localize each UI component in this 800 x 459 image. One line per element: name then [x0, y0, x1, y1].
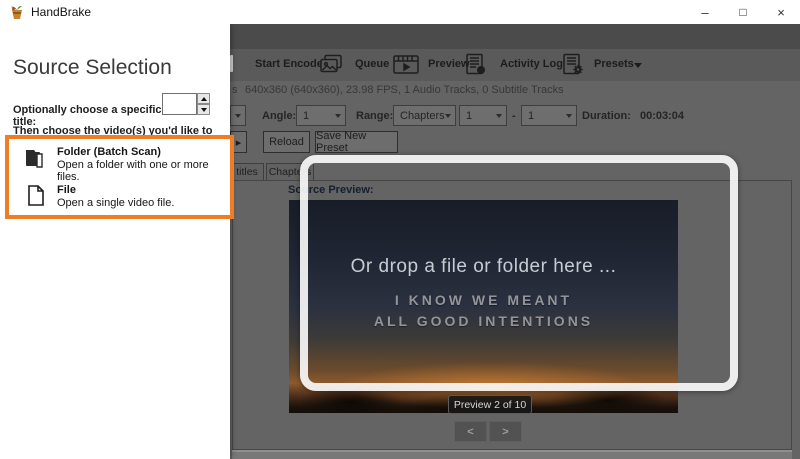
maximize-button[interactable]: □ — [724, 0, 762, 24]
media-info-row: s 640x360 (640x360), 23.98 FPS, 1 Audio … — [230, 81, 800, 101]
folder-batch-scan-option[interactable]: Folder (Batch Scan) Open a folder with o… — [9, 144, 230, 180]
main-window-dimmed: Start Encode Queue Prev — [230, 24, 800, 459]
up-arrow-icon — [201, 97, 207, 101]
preview-panel-bottom-area — [232, 452, 792, 459]
previous-preview-button[interactable]: < — [454, 421, 487, 442]
tab-subtitles[interactable]: titles — [230, 163, 264, 181]
range-separator: - — [512, 110, 516, 122]
hidden-button-fragment — [230, 55, 233, 72]
down-arrow-icon — [201, 108, 207, 112]
option-title: Folder (Batch Scan) — [57, 146, 161, 158]
reload-button[interactable]: Reload — [263, 131, 310, 153]
range-mode-select[interactable]: Chapters — [393, 105, 456, 126]
svg-text:i: i — [480, 69, 481, 75]
hidden-dropdown-fragment[interactable] — [230, 105, 246, 126]
title-spinner-input[interactable] — [162, 93, 197, 115]
next-preview-button[interactable]: > — [489, 421, 522, 442]
queue-button[interactable]: Queue — [355, 58, 389, 70]
presets-button[interactable]: Presets — [594, 58, 634, 70]
preview-icon[interactable] — [392, 53, 420, 81]
start-encode-button[interactable]: Start Encode — [255, 58, 323, 70]
save-new-preset-button[interactable]: Save New Preset — [315, 131, 398, 153]
close-button[interactable]: × — [762, 0, 800, 24]
spinner-down-button[interactable] — [197, 104, 210, 115]
highlighted-options-box: Folder (Batch Scan) Open a folder with o… — [5, 135, 234, 219]
preset-buttons-row: ▸ Reload Save New Preset — [230, 131, 800, 155]
titlebar: HandBrake – □ × — [0, 0, 800, 24]
media-info-summary: 640x360 (640x360), 23.98 FPS, 1 Audio Tr… — [245, 84, 564, 96]
option-description: Open a single video file. — [57, 197, 174, 209]
handbrake-window: HandBrake – □ × Start Encode Queue — [0, 0, 800, 459]
range-to-value: 1 — [528, 110, 534, 122]
media-info-fragment: s — [232, 84, 238, 96]
activity-log-icon[interactable]: i — [464, 53, 488, 81]
drag-drop-highlight-rect — [300, 155, 738, 391]
source-selection-panel: Source Selection Optionally choose a spe… — [0, 24, 230, 459]
presets-dropdown-caret-icon[interactable] — [634, 63, 642, 68]
duration-label: Duration: — [582, 110, 631, 122]
range-label: Range: — [356, 110, 393, 122]
option-title: File — [57, 184, 76, 196]
range-controls-row: Angle: 1 Range: Chapters 1 - 1 Duration:… — [230, 103, 800, 129]
dimmed-top-strip — [230, 24, 800, 49]
preview-count-badge: Preview 2 of 10 — [448, 395, 532, 414]
range-from-value: 1 — [466, 110, 472, 122]
duration-value: 00:03:04 — [640, 110, 684, 122]
page-title: Source Selection — [13, 56, 172, 80]
queue-icon[interactable] — [317, 53, 344, 81]
presets-icon[interactable] — [561, 53, 585, 81]
minimize-button[interactable]: – — [686, 0, 724, 24]
file-option[interactable]: File Open a single video file. — [9, 182, 230, 218]
option-description: Open a folder with one or more files. — [57, 159, 230, 183]
angle-label: Angle: — [262, 110, 296, 122]
window-title: HandBrake — [31, 5, 91, 19]
folder-icon — [23, 146, 47, 175]
activity-log-button[interactable]: Activity Log — [500, 58, 563, 70]
toolbar: Start Encode Queue Prev — [230, 49, 800, 81]
range-from-select[interactable]: 1 — [459, 105, 507, 126]
spinner-up-button[interactable] — [197, 93, 210, 104]
title-spinner — [162, 93, 210, 115]
window-controls: – □ × — [686, 0, 800, 24]
range-to-select[interactable]: 1 — [521, 105, 577, 126]
angle-select[interactable]: 1 — [296, 105, 346, 126]
handbrake-logo-icon — [9, 4, 25, 20]
angle-value: 1 — [303, 110, 309, 122]
file-icon — [25, 184, 47, 213]
range-mode-value: Chapters — [400, 110, 445, 122]
